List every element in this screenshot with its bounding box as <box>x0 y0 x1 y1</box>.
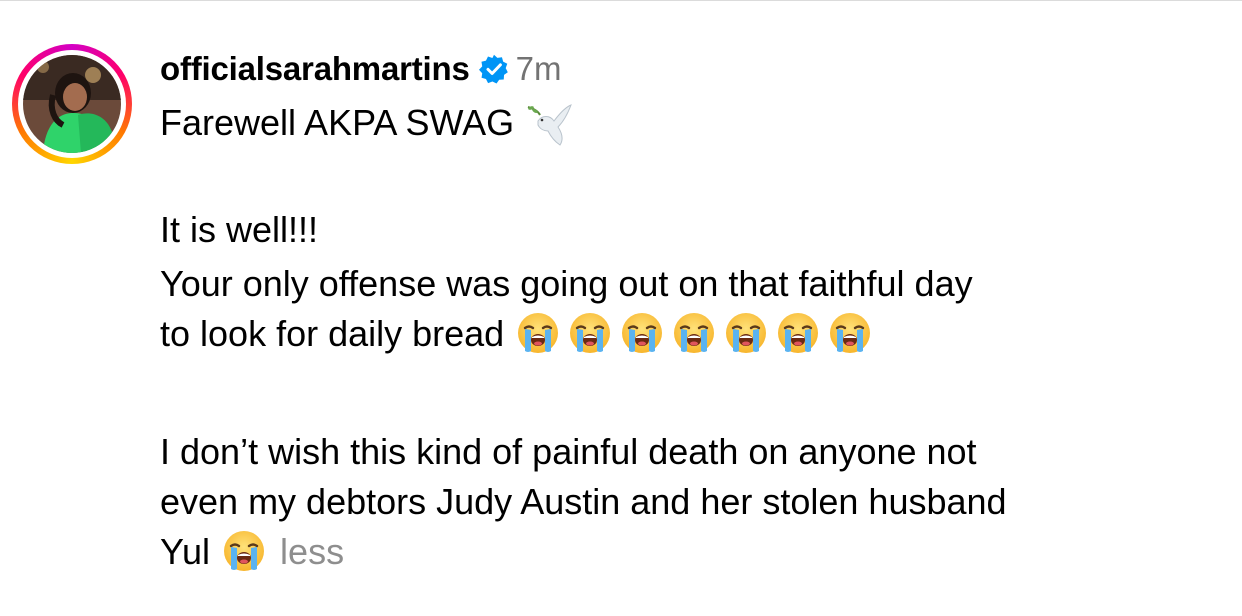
loudly-crying-emoji <box>518 313 559 353</box>
avatar[interactable] <box>23 55 121 153</box>
caption-text: Farewell AKPA SWAG It is well!!! Your on… <box>160 98 1230 577</box>
caption-line-5-text: I don’t wish this kind of painful death … <box>160 431 977 472</box>
loudly-crying-emoji <box>726 313 767 353</box>
username[interactable]: officialsarahmartins <box>160 50 470 88</box>
post-header: officialsarahmartins 7m <box>160 48 1230 90</box>
story-ring[interactable] <box>12 44 132 164</box>
loudly-crying-emoji <box>224 531 265 571</box>
caption-line: Yul less <box>160 527 1230 577</box>
less-link[interactable]: less <box>280 531 344 572</box>
loudly-crying-emoji <box>830 313 871 353</box>
caption-line: even my debtors Judy Austin and her stol… <box>160 477 1230 527</box>
caption-line: Farewell AKPA SWAG <box>160 98 1230 149</box>
verified-badge-icon <box>478 54 509 84</box>
caption-line: I don’t wish this kind of painful death … <box>160 427 1230 477</box>
crying-emoji-group <box>516 309 872 359</box>
avatar-image <box>23 55 121 153</box>
avatar-border <box>18 50 126 158</box>
caption-line-4-text: to look for daily bread <box>160 313 505 354</box>
caption-line: It is well!!! <box>160 205 1230 255</box>
loudly-crying-emoji <box>570 313 611 353</box>
crying-emoji-group <box>222 527 266 577</box>
caption-line-2-text: It is well!!! <box>160 209 319 250</box>
caption-line: Your only offense was going out on that … <box>160 259 1230 309</box>
caption-line-7-text: Yul <box>160 531 211 572</box>
loudly-crying-emoji <box>622 313 663 353</box>
top-divider <box>0 0 1242 1</box>
dove-emoji <box>527 104 572 146</box>
post-caption-block: officialsarahmartins 7m Farewell AKPA SW… <box>160 48 1230 577</box>
loudly-crying-emoji <box>778 313 819 353</box>
caption-line-6-text: even my debtors Judy Austin and her stol… <box>160 481 1007 522</box>
post-timestamp[interactable]: 7m <box>516 50 562 88</box>
caption-line: to look for daily bread <box>160 309 1230 359</box>
caption-line-3-text: Your only offense was going out on that … <box>160 263 973 304</box>
loudly-crying-emoji <box>674 313 715 353</box>
caption-line-1-text: Farewell AKPA SWAG <box>160 102 515 143</box>
